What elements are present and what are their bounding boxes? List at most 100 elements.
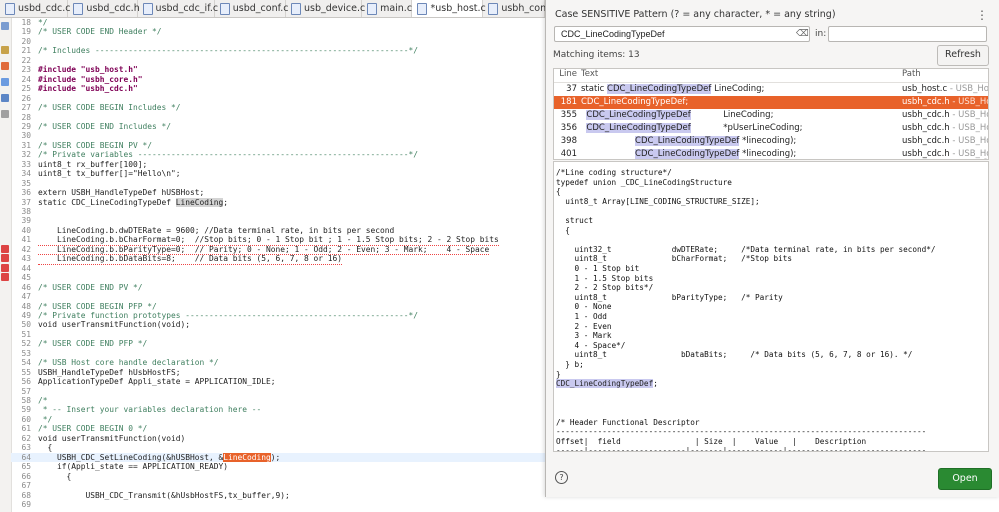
bookmark-icon[interactable] [1, 62, 9, 70]
code-line[interactable]: 50 void userTransmitFunction(void); [11, 320, 545, 329]
code-line[interactable]: 43 LineCoding.b.bDataBits=8; // Data bit… [11, 254, 545, 265]
code-line[interactable]: 26 [11, 94, 545, 103]
code-line[interactable]: 36 extern USBH_HandleTypeDef hUSBHost; [11, 188, 545, 197]
preview-line: /* Header Functional Descriptor [556, 417, 700, 427]
code-line[interactable]: 28 [11, 113, 545, 122]
tab-file[interactable]: usbd_cdc_if.c [138, 0, 218, 17]
result-row[interactable]: 398 CDC_LineCodingTypeDef *linecoding); u… [554, 135, 988, 148]
code-line[interactable]: 47 [11, 292, 545, 301]
code-line[interactable]: 44 [11, 264, 545, 273]
code-line[interactable]: 38 [11, 207, 545, 216]
code-line[interactable]: 66 { [11, 472, 545, 481]
code-line[interactable]: 65 if(Appli_state == APPLICATION_READY) [11, 462, 545, 471]
help-icon[interactable]: ? [555, 471, 568, 484]
code-line[interactable]: 39 [11, 216, 545, 225]
result-row[interactable]: 401 CDC_LineCodingTypeDef *linecoding); u… [554, 148, 988, 159]
results-table[interactable]: Line Text Path 37 static CDC_LineCodingTy… [553, 68, 989, 160]
tab-file[interactable]: usbh_con [483, 0, 545, 17]
code-line[interactable]: 57 [11, 387, 545, 396]
result-row[interactable]: 37 static CDC_LineCodingTypeDef LineCodin… [554, 83, 988, 96]
result-text-post: ; [685, 97, 689, 107]
code-line[interactable]: 54 /* USB Host core handle declaration */ [11, 358, 545, 367]
tab-file[interactable]: usb_device.c [286, 0, 365, 17]
code-line[interactable]: 69 [11, 500, 545, 509]
code-line[interactable]: 48 /* USER CODE BEGIN PFP */ [11, 302, 545, 311]
problem-icon[interactable] [1, 94, 9, 102]
outline-icon[interactable] [1, 22, 9, 30]
code-line[interactable]: 31 /* USER CODE BEGIN PV */ [11, 141, 545, 150]
code-line[interactable]: 18 */ [11, 18, 545, 27]
task-icon[interactable] [1, 78, 9, 86]
code-line[interactable]: 40 LineCoding.b.dwDTERate = 9600; //Data… [11, 226, 545, 235]
code-line[interactable]: 53 [11, 349, 545, 358]
code-line[interactable]: 56 ApplicationTypeDef Appli_state = APPLI… [11, 377, 545, 386]
code-line[interactable]: 51 [11, 330, 545, 339]
result-match: CDC_LineCodingTypeDef [586, 123, 691, 133]
code-line[interactable]: 63 { [11, 443, 545, 452]
file-icon[interactable] [1, 46, 9, 54]
code-line[interactable]: 55 USBH_HandleTypeDef hUsbHostFS; [11, 368, 545, 377]
code-line[interactable]: 52 /* USER CODE END PFP */ [11, 339, 545, 348]
code-line[interactable]: 19 /* USER CODE END Header */ [11, 27, 545, 36]
code-editor[interactable]: 18 */ 19 /* USER CODE END Header */ 20 21 /* I… [11, 18, 545, 512]
result-row[interactable]: 181 CDC_LineCodingTypeDef; usbh_cdc.h - US… [554, 96, 988, 109]
clear-search-icon[interactable]: ⌫ [796, 29, 809, 39]
code-line[interactable]: 23 #include "usb_host.h" [11, 65, 545, 74]
search-input[interactable] [554, 26, 810, 42]
tab-file[interactable]: usbd_conf.c [215, 0, 289, 17]
code-line[interactable]: 33 uint8_t rx_buffer[100]; [11, 160, 545, 169]
line-number: 32 [21, 150, 31, 160]
code-line[interactable]: 29 /* USER CODE END Includes */ [11, 122, 545, 131]
refresh-button[interactable]: Refresh [937, 45, 989, 66]
code-text: /* USER CODE BEGIN Includes */ [38, 103, 181, 113]
tab-file[interactable]: usbd_cdc.c [0, 0, 71, 17]
column-text[interactable]: Text [581, 69, 896, 79]
result-text: static CDC_LineCodingTypeDef LineCoding; [581, 83, 896, 96]
preview-line: uint8_t bParityType; /* Parity [556, 292, 783, 302]
tab-label: main.c [380, 3, 413, 14]
code-line[interactable]: 45 [11, 273, 545, 282]
code-line[interactable]: 20 [11, 37, 545, 46]
column-line[interactable]: Line [557, 69, 577, 79]
console-icon[interactable] [1, 110, 9, 118]
code-line[interactable]: 68 USBH_CDC_Transmit(&hUsbHostFS,tx_buff… [11, 491, 545, 500]
code-line[interactable]: 67 [11, 481, 545, 490]
code-line[interactable]: 58 /* [11, 396, 545, 405]
code-line[interactable]: 30 [11, 131, 545, 140]
code-line[interactable]: 32 /* Private variables -----------------… [11, 150, 545, 159]
result-row[interactable]: 356 CDC_LineCodingTypeDef *pUserLineCodi… [554, 122, 988, 135]
line-number: 58 [21, 396, 31, 405]
code-line[interactable]: 35 [11, 179, 545, 188]
column-path[interactable]: Path [902, 69, 988, 79]
error-marker-icon[interactable] [1, 264, 9, 272]
code-line[interactable]: 34 uint8_t tx_buffer[]="Hello\n"; [11, 169, 545, 178]
code-line[interactable]: 27 /* USER CODE BEGIN Includes */ [11, 103, 545, 112]
code-line[interactable]: 49 /* Private function prototypes -------… [11, 311, 545, 320]
results-scrollbar[interactable] [984, 158, 987, 159]
open-button[interactable]: Open [938, 468, 992, 490]
code-line[interactable]: 61 /* USER CODE BEGIN 0 */ [11, 424, 545, 433]
code-line[interactable]: 64 USBH_CDC_SetLineCoding(&hUSBHost, &Li… [11, 452, 545, 463]
code-line[interactable]: 60 */ [11, 415, 545, 424]
preview-line: uint32_t dwDTERate; /*Data terminal rate… [556, 244, 936, 254]
line-number: 21 [21, 46, 31, 56]
code-line[interactable]: 24 #include "usbh_core.h" [11, 75, 545, 84]
code-line[interactable]: 41 LineCoding.b.bCharFormat=0; //Stop bi… [11, 235, 545, 246]
tab-file[interactable]: main.c [362, 0, 413, 17]
code-line[interactable]: 59 * -- Insert your variables declaratio… [11, 405, 545, 414]
tab-file[interactable]: *usb_host.c [412, 0, 486, 17]
result-row[interactable]: 355 CDC_LineCodingTypeDef LineCoding; usb… [554, 109, 988, 122]
code-line[interactable]: 62 void userTransmitFunction(void) [11, 434, 545, 443]
error-marker-icon[interactable] [1, 273, 9, 281]
error-marker-icon[interactable] [1, 254, 9, 262]
code-line[interactable]: 42 LineCoding.b.bParityType=0; // Parity… [11, 245, 545, 256]
code-line[interactable]: 22 [11, 56, 545, 65]
code-line[interactable]: 37 static CDC_LineCodingTypeDef LineCodin… [11, 197, 545, 207]
tab-file[interactable]: usbd_cdc.h [68, 0, 140, 17]
code-line[interactable]: 25 #include "usbh_cdc.h" [11, 84, 545, 93]
code-line[interactable]: 21 /* Includes --------------------------… [11, 46, 545, 55]
dialog-menu-icon[interactable]: ⋮ [976, 8, 988, 22]
in-scope-field[interactable] [828, 26, 987, 42]
error-marker-icon[interactable] [1, 245, 9, 253]
code-line[interactable]: 46 /* USER CODE END PV */ [11, 283, 545, 292]
